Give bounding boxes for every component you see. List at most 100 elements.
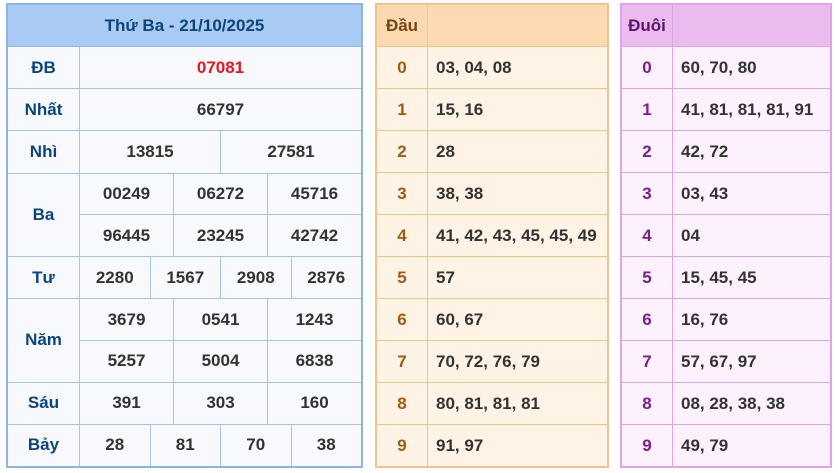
prize-numbers: 28 81 70 38: [80, 424, 362, 467]
prize-name: ĐB: [8, 47, 80, 89]
dau-digit: 9: [377, 425, 428, 466]
prize-number: 5004: [173, 340, 267, 382]
prize-name: Nhất: [8, 89, 80, 131]
prize-number-line: 2280 1567 2908 2876: [80, 257, 361, 299]
duoi-row: 0 60, 70, 80: [622, 47, 830, 88]
dau-digit: 5: [377, 257, 428, 298]
duoi-values: 57, 67, 97: [681, 351, 757, 371]
prize-number: 2908: [220, 257, 291, 299]
prize-number: 38: [290, 424, 362, 467]
duoi-digit: 8: [622, 383, 673, 424]
prize-number: 81: [149, 424, 221, 467]
prize-number: 1243: [267, 299, 361, 340]
duoi-digit: 5: [622, 257, 673, 298]
prize-row: ĐB 07081: [8, 47, 361, 89]
duoi-values: 04: [681, 225, 700, 245]
dau-values: 15, 16: [436, 99, 484, 119]
prize-name: Ba: [8, 173, 80, 257]
prize-name: Nhì: [8, 131, 80, 173]
prize-number: 1567: [149, 257, 221, 299]
duoi-values: 16, 76: [681, 309, 729, 329]
dau-row: 4 41, 42, 43, 45, 45, 49: [377, 214, 607, 256]
dau-row: 6 60, 67: [377, 298, 607, 340]
dau-header-row: Đầu: [377, 5, 607, 47]
dau-values: 03, 04, 08: [436, 57, 512, 77]
dau-values: 41, 42, 43, 45, 45, 49: [436, 225, 597, 245]
prize-number: 5257: [107, 351, 146, 371]
dau-digit: 2: [377, 131, 428, 172]
prize-number: 23245: [173, 215, 267, 257]
prize-number-line: 391 303 160: [80, 382, 361, 424]
prize-number-line: 28 81 70 38: [80, 424, 362, 467]
duoi-row: 6 16, 76: [622, 298, 830, 340]
prize-row: Năm 3679 0541 1243 5257 5004 6838: [8, 298, 361, 382]
prize-number-line: 66797: [80, 89, 361, 130]
prize-row: Ba 00249 06272 45716 96445 23245 42742: [8, 172, 361, 257]
prize-number-line: 13815 27581: [80, 131, 361, 173]
duoi-values: 41, 81, 81, 81, 91: [681, 99, 814, 119]
prize-number: 96445: [102, 225, 151, 245]
prize-number: 391: [112, 393, 141, 413]
dau-digit: 6: [377, 299, 428, 340]
prize-number: 303: [173, 382, 267, 424]
dau-values: 28: [436, 141, 455, 161]
dau-header: Đầu: [377, 5, 428, 46]
duoi-row: 9 49, 79: [622, 424, 830, 466]
prize-number-line: 96445 23245 42742: [80, 214, 361, 257]
prize-row: Nhất 66797: [8, 88, 361, 131]
prize-name: Năm: [8, 299, 80, 382]
dau-row: 3 38, 38: [377, 172, 607, 214]
duoi-values: 15, 45, 45: [681, 267, 757, 287]
dau-values: 91, 97: [436, 435, 484, 455]
duoi-digit: 4: [622, 215, 673, 256]
prize-number: 42742: [267, 215, 361, 257]
dau-digit: 0: [377, 47, 428, 88]
prize-number: 2280: [95, 267, 134, 287]
prize-numbers: 3679 0541 1243 5257 5004 6838: [80, 299, 361, 382]
dau-values: 70, 72, 76, 79: [436, 351, 540, 371]
duoi-values: 49, 79: [681, 435, 729, 455]
duoi-row: 5 15, 45, 45: [622, 256, 830, 298]
prize-number-line: 00249 06272 45716: [80, 173, 361, 215]
dau-digit: 8: [377, 383, 428, 424]
prize-numbers: 66797: [80, 89, 361, 130]
duoi-values: 60, 70, 80: [681, 57, 757, 77]
prize-row: Sáu 391 303 160: [8, 381, 361, 424]
special-prize-number: 07081: [196, 57, 245, 77]
duoi-digit: 6: [622, 299, 673, 340]
prize-row: Bảy 28 81 70 38: [8, 423, 362, 467]
prize-name: Sáu: [8, 382, 80, 424]
prize-name: Tư: [8, 257, 80, 299]
duoi-row: 8 08, 28, 38, 38: [622, 382, 830, 424]
dau-digit: 4: [377, 215, 428, 256]
dau-header-blank: [428, 5, 607, 46]
prize-number: 0541: [173, 299, 267, 340]
duoi-digit: 9: [622, 425, 673, 466]
dau-row: 9 91, 97: [377, 424, 607, 466]
prize-number-line: 5257 5004 6838: [80, 339, 361, 382]
dau-row: 7 70, 72, 76, 79: [377, 340, 607, 382]
prize-row: Nhì 13815 27581: [8, 130, 361, 173]
dau-digit: 7: [377, 341, 428, 382]
prize-number: 6838: [267, 340, 361, 382]
dau-row: 0 03, 04, 08: [377, 47, 607, 88]
prize-number: 45716: [267, 173, 361, 215]
dau-digit: 1: [377, 89, 428, 130]
dau-row: 8 80, 81, 81, 81: [377, 382, 607, 424]
duoi-values: 08, 28, 38, 38: [681, 393, 785, 413]
results-table: Thứ Ba - 21/10/2025 ĐB 07081 Nhất 66797 Nhì 1…: [6, 3, 363, 468]
duoi-row: 7 57, 67, 97: [622, 340, 830, 382]
duoi-digit: 2: [622, 131, 673, 172]
duoi-row: 1 41, 81, 81, 81, 91: [622, 88, 830, 130]
dau-values: 38, 38: [436, 183, 484, 203]
prize-numbers: 13815 27581: [80, 131, 361, 173]
prize-numbers: 2280 1567 2908 2876: [80, 257, 361, 299]
prize-number: 70: [220, 424, 291, 467]
prize-number: 160: [267, 382, 361, 424]
duoi-row: 3 03, 43: [622, 172, 830, 214]
duoi-digit: 7: [622, 341, 673, 382]
dau-row: 5 57: [377, 256, 607, 298]
duoi-table: Đuôi 0 60, 70, 80 1 41, 81, 81, 81, 91 2 42, …: [620, 3, 832, 468]
prize-numbers: 07081: [80, 47, 361, 88]
dau-row: 1 15, 16: [377, 88, 607, 130]
